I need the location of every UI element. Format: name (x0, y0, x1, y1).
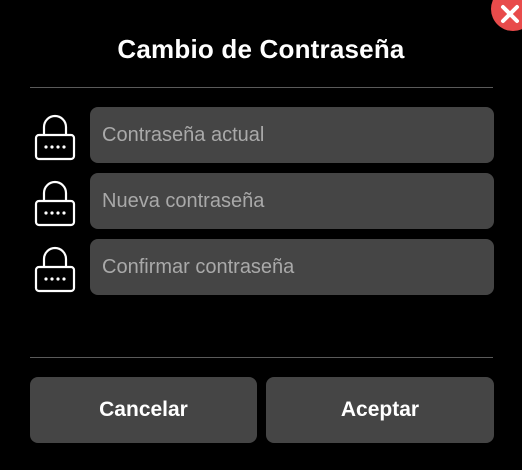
new-password-input[interactable] (90, 173, 494, 229)
confirm-password-input[interactable] (90, 239, 494, 295)
dialog-title: Cambio de Contraseña (117, 34, 405, 64)
bottom-divider (30, 357, 493, 358)
cancel-button[interactable]: Cancelar (30, 377, 257, 443)
accept-button[interactable]: Aceptar (266, 377, 494, 443)
lock-icon (34, 246, 76, 293)
change-password-dialog: Cambio de Contraseña Cancelar Aceptar (0, 0, 522, 470)
lock-icon (34, 114, 76, 161)
top-divider (30, 87, 493, 88)
new-password-row (30, 173, 494, 229)
confirm-password-row (30, 239, 494, 295)
close-button[interactable] (491, 0, 522, 31)
close-icon (501, 5, 519, 23)
lock-icon (34, 180, 76, 227)
current-password-input[interactable] (90, 107, 494, 163)
current-password-row (30, 107, 494, 163)
